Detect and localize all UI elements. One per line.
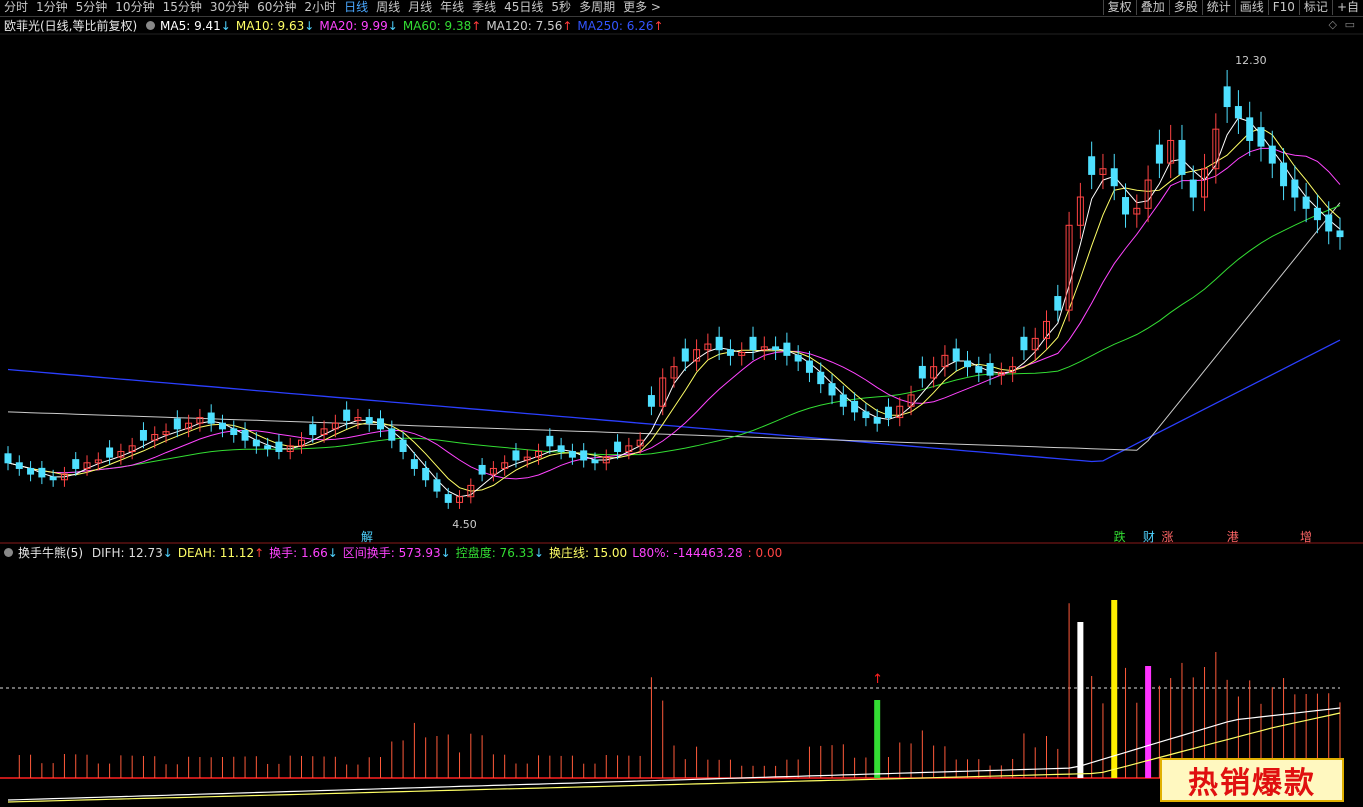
candle-body [72,459,80,469]
candle-body [749,336,757,351]
candle-body [851,400,859,413]
candle-body [264,445,272,450]
low-price-label: 4.50 [452,518,477,531]
candle-body [1178,139,1186,175]
candle-body [975,366,983,373]
candle-body [173,418,181,430]
candle-body [433,479,441,492]
candle-body [218,422,226,430]
stock-chart[interactable]: 12.30 4.50 解 跌 财涨 港 增 ↑ [0,0,1363,807]
candle-body [4,453,12,464]
candle-body [557,445,565,452]
candle-body [207,412,215,424]
event-marker: 跌 [1114,529,1126,544]
candle-body [828,383,836,396]
candle-body [365,417,373,424]
candle-body [862,411,870,419]
candle-body [1268,145,1276,164]
promo-badge: 热销爆款 [1160,758,1344,802]
candle-body [309,424,317,436]
candle-body [794,354,802,362]
candle-body [49,476,57,481]
candle-body [963,360,971,368]
candle-body [1088,156,1096,175]
high-price-label: 12.30 [1235,54,1267,67]
candle-body [1155,144,1163,164]
candle-body [952,348,960,362]
candle-body [783,342,791,356]
candle-body [38,467,46,478]
event-marker: 财 [1143,530,1155,544]
candle-body [139,430,147,441]
candle-body [580,450,588,461]
event-marker: 增 [1300,530,1312,544]
candle-body [1110,168,1118,187]
candle-body [1020,336,1028,351]
event-marker: 港 [1227,530,1239,544]
signal-bar [874,700,881,778]
candle-body [681,348,689,362]
candle-body [15,462,23,469]
candle-body [1291,179,1299,198]
candle-body [399,439,407,452]
ma20-line [7,147,1341,480]
candle-body [1313,207,1321,221]
candle-body [546,435,554,447]
event-marker: 解 [361,530,373,544]
candle-body [591,459,599,464]
candle-body [568,450,576,458]
candle-body [1054,296,1062,311]
candle-body [422,467,430,481]
candle-body [1336,230,1344,238]
candle-body [1122,197,1130,215]
candle-body [106,447,114,458]
candle-body [873,417,881,424]
candle-body [512,450,520,461]
candle-body [1257,127,1265,147]
candle-body [805,360,813,373]
candle-body [986,363,994,376]
candle-body [388,428,396,441]
candle-body [444,494,452,503]
candle-body [275,441,283,452]
candle-body [1302,196,1310,209]
candle-body [230,428,238,436]
candle-body [1234,106,1242,119]
candle-body [884,406,892,419]
candle-body [918,365,926,379]
candle-body [647,395,655,407]
candle-body [1189,179,1197,198]
candle-body [817,371,825,385]
candle-body [772,346,780,351]
candle-body [1325,214,1333,232]
candle-body [377,418,385,430]
ma5-line [7,117,1341,498]
promo-text: 热销爆款 [1188,766,1316,801]
buy-arrow-icon: ↑ [872,672,883,687]
candle-body [252,439,260,447]
candle-body [478,464,486,475]
candle-body [1280,162,1288,187]
candle-body [27,467,35,475]
candle-body [1246,117,1254,141]
candle-body [343,409,351,421]
candle-body [1223,86,1231,108]
candle-body [839,394,847,407]
signal-bar [1111,600,1118,778]
candle-body [726,349,734,356]
candle-body [241,430,249,441]
candle-body [715,336,723,351]
signal-bar [1077,622,1084,778]
candle-body [410,459,418,469]
candle-body [614,441,622,452]
event-marker: 涨 [1162,529,1174,544]
